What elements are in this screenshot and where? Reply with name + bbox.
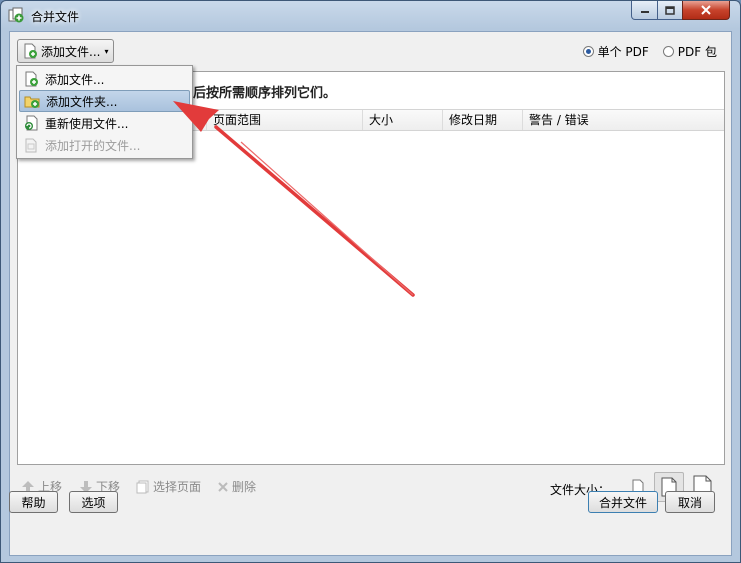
minimize-icon <box>640 11 649 13</box>
merge-files-window: 合并文件 添加文件... ▾ 单个 PDF PDF 包 然后按所需顺序排列它们。… <box>0 0 741 563</box>
menu-item-reuse-files[interactable]: 重新使用文件... <box>19 112 190 134</box>
menu-item-label: 添加文件... <box>45 72 105 87</box>
add-files-label: 添加文件... <box>41 44 101 59</box>
select-pages-label: 选择页面 <box>153 480 202 494</box>
output-mode-group: 单个 PDF PDF 包 <box>582 43 717 60</box>
close-icon <box>701 5 711 15</box>
column-header-size[interactable]: 大小 <box>362 110 442 130</box>
radio-label: 单个 PDF <box>597 45 649 59</box>
cancel-button[interactable]: 取消 <box>665 491 715 513</box>
close-button[interactable] <box>682 1 730 20</box>
column-header-warnings[interactable]: 警告 / 错误 <box>522 110 724 130</box>
pages-icon <box>136 480 149 493</box>
maximize-button[interactable] <box>657 1 683 20</box>
column-header-page-range[interactable]: 页面范围 <box>206 110 362 130</box>
menu-item-label: 添加文件夹... <box>46 94 118 109</box>
app-icon <box>8 7 24 23</box>
menu-item-label: 添加打开的文件... <box>45 138 141 153</box>
add-files-button[interactable]: 添加文件... ▾ <box>17 39 114 63</box>
add-open-files-icon <box>25 138 37 153</box>
title-bar[interactable]: 合并文件 <box>1 1 740 31</box>
maximize-icon <box>665 5 675 15</box>
radio-pdf-portfolio[interactable]: PDF 包 <box>662 43 717 60</box>
add-file-icon <box>25 71 38 87</box>
chevron-down-icon: ▾ <box>104 46 109 56</box>
add-files-dropdown-menu: 添加文件... 添加文件夹... 重新使用文件... 添加打开的文件... <box>16 65 193 159</box>
radio-label: PDF 包 <box>677 45 717 59</box>
instruction-text: 然后按所需顺序排列它们。 <box>180 86 337 101</box>
menu-item-add-files[interactable]: 添加文件... <box>19 68 190 90</box>
delete-button[interactable]: 删除 <box>217 478 256 495</box>
radio-selected-indicator <box>582 46 594 57</box>
delete-label: 删除 <box>232 480 257 494</box>
window-title: 合并文件 <box>31 10 80 24</box>
column-header-modified[interactable]: 修改日期 <box>442 110 522 130</box>
radio-single-pdf[interactable]: 单个 PDF <box>582 43 649 60</box>
help-button[interactable]: 帮助 <box>9 491 58 513</box>
delete-icon <box>218 481 228 492</box>
menu-item-add-folder[interactable]: 添加文件夹... <box>19 90 190 112</box>
add-file-icon <box>24 43 37 59</box>
add-folder-icon <box>24 96 40 108</box>
reuse-files-icon <box>25 115 38 131</box>
minimize-button[interactable] <box>631 1 658 20</box>
select-pages-button[interactable]: 选择页面 <box>136 478 201 495</box>
merge-files-button[interactable]: 合并文件 <box>588 491 658 513</box>
menu-item-label: 重新使用文件... <box>45 116 129 131</box>
options-button[interactable]: 选项 <box>69 491 118 513</box>
menu-item-add-open-files[interactable]: 添加打开的文件... <box>19 134 190 156</box>
radio-indicator <box>662 46 674 57</box>
